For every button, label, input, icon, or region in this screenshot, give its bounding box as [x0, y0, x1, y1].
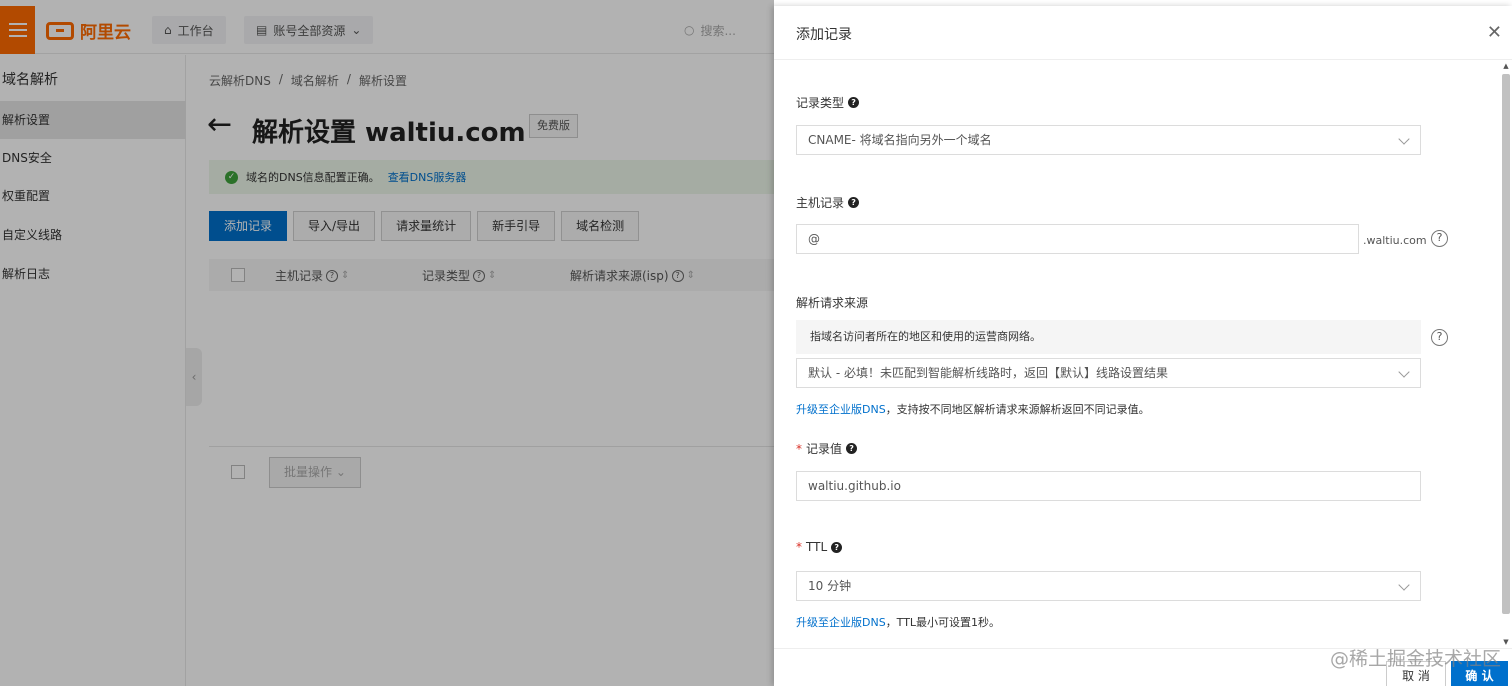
source-upgrade-note: 升级至企业版DNS，支持按不同地区解析请求来源解析返回不同记录值。: [796, 401, 1150, 417]
drawer-scrollbar[interactable]: ▲ ▼: [1502, 62, 1510, 646]
domain-suffix: .waltiu.com: [1363, 234, 1427, 247]
ttl-label-text: TTL: [806, 540, 828, 554]
modal-overlay[interactable]: [0, 0, 774, 686]
help-icon[interactable]: ?: [848, 197, 860, 208]
source-hint: 指域名访问者所在的地区和使用的运营商网络。: [796, 320, 1421, 354]
scroll-down-arrow-icon[interactable]: ▼: [1502, 638, 1510, 646]
question-circle-icon[interactable]: ?: [1431, 230, 1448, 247]
ttl-label: * TTL ?: [796, 540, 843, 554]
drawer-title: 添加记录: [796, 27, 852, 43]
source-label-text: 解析请求来源: [796, 296, 869, 310]
host-record-input[interactable]: @: [796, 224, 1359, 254]
required-marker: *: [796, 540, 802, 554]
source-label: 解析请求来源: [796, 294, 868, 311]
record-value-label-text: 记录值: [806, 442, 843, 456]
record-value-label: * 记录值 ?: [796, 440, 858, 457]
record-type-select[interactable]: CNAME- 将域名指向另外一个域名: [796, 125, 1421, 155]
host-record-label: 主机记录 ?: [796, 194, 860, 211]
record-value-input[interactable]: waltiu.github.io: [796, 471, 1421, 501]
host-record-label-text: 主机记录: [796, 196, 845, 210]
scrollbar-thumb[interactable]: [1502, 74, 1510, 614]
help-icon[interactable]: ?: [848, 97, 860, 108]
ttl-note-text: ，TTL最小可设置1秒。: [885, 616, 1001, 629]
record-type-label: 记录类型 ?: [796, 94, 860, 111]
watermark: @稀土掘金技术社区: [1330, 648, 1502, 670]
source-select[interactable]: 默认 - 必填！未匹配到智能解析线路时，返回【默认】线路设置结果: [796, 358, 1421, 388]
help-icon[interactable]: ?: [831, 541, 843, 553]
record-type-label-text: 记录类型: [796, 96, 845, 110]
source-note-text: ，支持按不同地区解析请求来源解析返回不同记录值。: [885, 403, 1150, 416]
upgrade-enterprise-link[interactable]: 升级至企业版DNS: [796, 616, 886, 629]
help-icon[interactable]: ?: [846, 443, 858, 454]
drawer-header: 添加记录 ✕: [774, 6, 1512, 60]
ttl-select[interactable]: 10 分钟: [796, 571, 1421, 601]
close-icon[interactable]: ✕: [1487, 22, 1502, 43]
add-record-drawer: 添加记录 ✕ ▲ ▼ 记录类型 ? CNAME- 将域名指向另外一个域名 主机记…: [774, 6, 1512, 686]
question-circle-icon[interactable]: ?: [1431, 329, 1448, 346]
upgrade-enterprise-link[interactable]: 升级至企业版DNS: [796, 403, 886, 416]
required-marker: *: [796, 441, 802, 456]
ttl-upgrade-note: 升级至企业版DNS，TTL最小可设置1秒。: [796, 614, 1000, 630]
scroll-up-arrow-icon[interactable]: ▲: [1502, 62, 1510, 70]
